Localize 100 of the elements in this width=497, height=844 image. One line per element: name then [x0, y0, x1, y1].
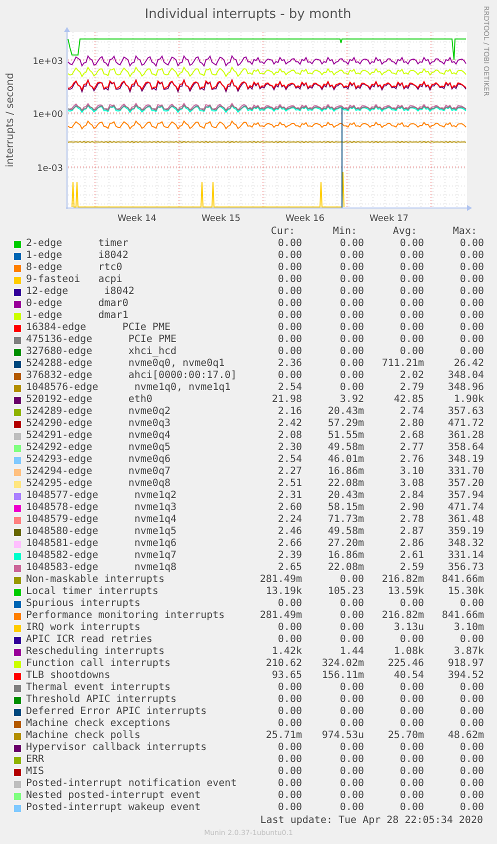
current-value: 2.08	[278, 430, 302, 442]
min-value: 324.02m	[322, 658, 364, 670]
max-value: 356.73	[448, 562, 484, 574]
avg-value: 711.21m	[382, 358, 424, 370]
series-name: 1048582-edge nvme1q7	[26, 550, 178, 562]
avg-value: 0.00	[400, 802, 424, 814]
avg-value: 0.00	[400, 790, 424, 802]
series-name: 524288-edge nvme0q0, nvme0q1	[26, 358, 226, 370]
column-header: Max:	[452, 226, 477, 238]
max-value: 15.30k	[448, 586, 484, 598]
current-value: 2.66	[278, 538, 302, 550]
max-value: 0.00	[460, 298, 484, 310]
series-name: Thermal event interrupts	[26, 682, 172, 694]
series-name: MIS	[26, 766, 46, 778]
current-value: 21.98	[272, 394, 302, 406]
avg-value: 13.59k	[388, 586, 424, 598]
max-value: 394.52	[448, 670, 484, 682]
min-value: 22.08m	[328, 562, 364, 574]
current-value: 0.00	[278, 598, 302, 610]
current-value: 2.54	[278, 454, 302, 466]
current-value: 281.49m	[260, 610, 302, 622]
series-name: IRQ work interrupts	[26, 622, 142, 634]
max-value: 0.00	[460, 286, 484, 298]
column-header: Cur:	[270, 226, 295, 238]
min-value: 3.92	[340, 394, 364, 406]
series-name: 524290-edge nvme0q3	[26, 418, 172, 430]
max-value: 0.00	[460, 766, 484, 778]
min-value: 0.00	[340, 694, 364, 706]
avg-value: 2.86	[400, 538, 424, 550]
current-value: 0.00	[278, 322, 302, 334]
current-value: 2.51	[278, 478, 302, 490]
avg-value: 42.85	[394, 394, 424, 406]
current-value: 0.00	[278, 274, 302, 286]
min-value: 49.58m	[328, 442, 364, 454]
series-name: 524295-edge nvme0q8	[26, 478, 172, 490]
min-value: 16.86m	[328, 550, 364, 562]
current-value: 0.00	[278, 742, 302, 754]
y-axis-label: interrupts / second	[5, 72, 16, 168]
max-value: 0.00	[460, 682, 484, 694]
max-value: 0.00	[460, 346, 484, 358]
current-value: 0.00	[278, 706, 302, 718]
max-value: 1.90k	[454, 394, 484, 406]
max-value: 0.00	[460, 322, 484, 334]
series-name: 524293-edge nvme0q6	[26, 454, 172, 466]
max-value: 841.66m	[442, 574, 484, 586]
current-value: 25.71m	[266, 730, 302, 742]
current-value: 93.65	[272, 670, 302, 682]
avg-value: 0.00	[400, 238, 424, 250]
series-name: Posted-interrupt wakeup event	[26, 802, 202, 814]
series-name: 524289-edge nvme0q2	[26, 406, 172, 418]
min-value: 0.00	[340, 718, 364, 730]
current-value: 0.00	[278, 310, 302, 322]
min-value: 0.00	[340, 634, 364, 646]
last-update-text: Last update: Tue Apr 28 22:05:34 2020	[260, 815, 483, 826]
current-value: 0.00	[278, 298, 302, 310]
current-value: 2.54	[278, 382, 302, 394]
max-value: 361.28	[448, 430, 484, 442]
current-value: 0.00	[278, 622, 302, 634]
current-value: 0.00	[278, 346, 302, 358]
min-value: 156.11m	[322, 670, 364, 682]
series-name: 9-fasteoi acpi	[26, 274, 124, 286]
min-value: 0.00	[340, 286, 364, 298]
avg-value: 0.00	[400, 694, 424, 706]
max-value: 0.00	[460, 802, 484, 814]
avg-value: 0.00	[400, 598, 424, 610]
min-value: 0.00	[340, 298, 364, 310]
series-name: Function call interrupts	[26, 658, 172, 670]
avg-value: 40.54	[394, 670, 424, 682]
avg-value: 0.00	[400, 274, 424, 286]
min-value: 20.43m	[328, 490, 364, 502]
avg-value: 2.90	[400, 502, 424, 514]
column-header: Min:	[332, 226, 357, 238]
min-value: 0.00	[340, 346, 364, 358]
max-value: 0.00	[460, 250, 484, 262]
series-name: Performance monitoring interrupts	[26, 610, 226, 622]
series-name: Deferred Error APIC interrupts	[26, 706, 208, 718]
max-value: 0.00	[460, 742, 484, 754]
max-value: 0.00	[460, 274, 484, 286]
avg-value: 2.61	[400, 550, 424, 562]
column-header: Avg:	[392, 226, 417, 238]
x-tick-label: Week 15	[202, 214, 240, 224]
current-value: 281.49m	[260, 574, 302, 586]
current-value: 0.00	[278, 778, 302, 790]
min-value: 0.00	[340, 610, 364, 622]
series-name: Machine check polls	[26, 730, 142, 742]
y-tick-label: 1e+03	[32, 57, 63, 67]
series-name: Threshold APIC interrupts	[26, 694, 178, 706]
max-value: 26.42	[454, 358, 484, 370]
avg-value: 0.00	[400, 322, 424, 334]
current-value: 0.00	[278, 790, 302, 802]
max-value: 348.96	[448, 382, 484, 394]
max-value: 841.66m	[442, 610, 484, 622]
avg-value: 0.00	[400, 706, 424, 718]
max-value: 471.72	[448, 418, 484, 430]
series-name: 8-edge rtc0	[26, 262, 124, 274]
current-value: 0.00	[278, 370, 302, 382]
min-value: 57.29m	[328, 418, 364, 430]
min-value: 0.00	[340, 706, 364, 718]
series-name: 1048576-edge nvme1q0, nvme1q1	[26, 382, 232, 394]
min-value: 71.73m	[328, 514, 364, 526]
